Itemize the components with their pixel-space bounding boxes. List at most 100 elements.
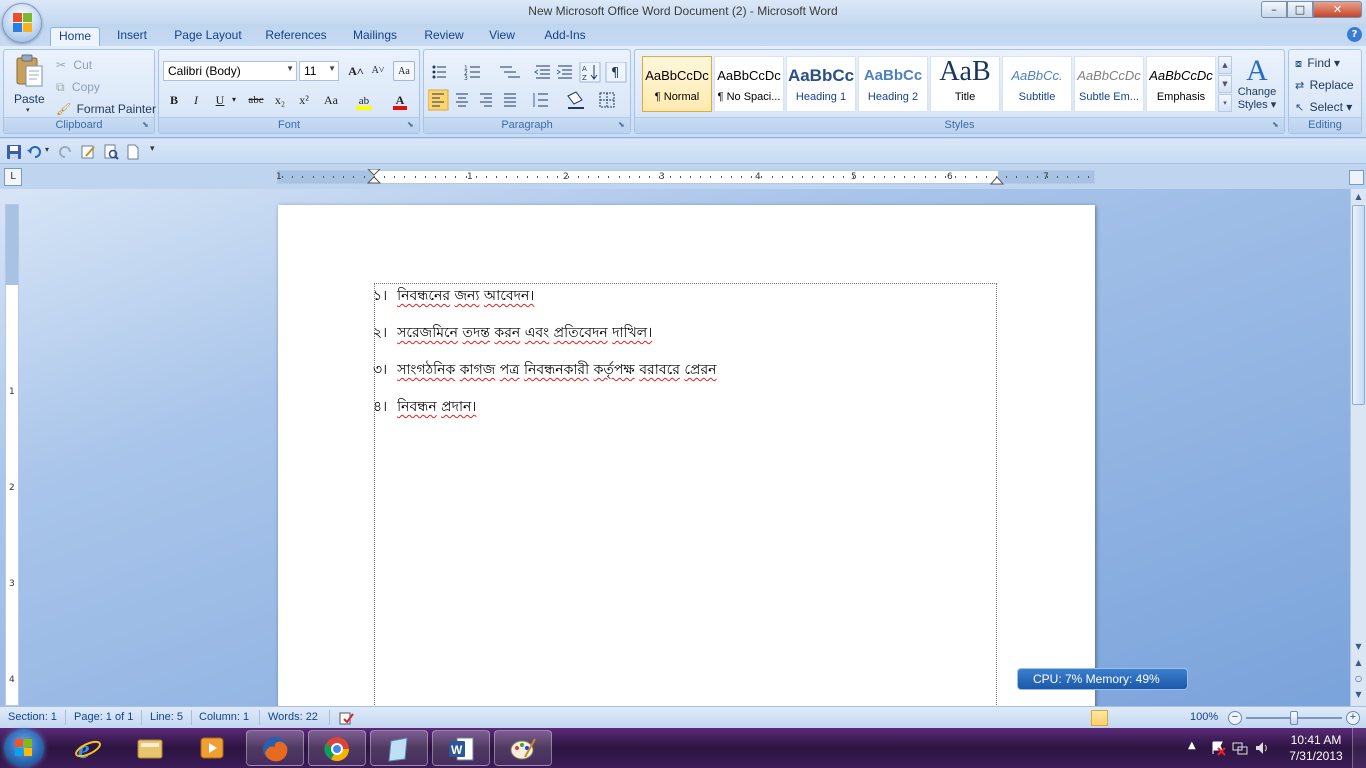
document-word[interactable]: নিবন্ধনকারী [524,362,589,378]
taskbar-notepad[interactable] [370,730,428,766]
edit-document-icon[interactable] [80,144,96,160]
style-subtitle[interactable]: AaBbCc. Subtitle [1002,56,1072,112]
document-word[interactable]: নিবন্ধন [397,399,437,415]
cut-button[interactable]: ✂ Cut [56,58,92,72]
align-right-icon[interactable] [480,93,492,107]
close-button[interactable]: ✕ [1313,1,1362,18]
document-line[interactable]: ২। সরেজমিনে তদন্ত করন এবং প্রতিবেদন দাখিল… [373,321,652,345]
customize-qat-icon[interactable]: ▾ [150,144,155,154]
document-word[interactable]: কাগজ [460,362,496,378]
previous-page-icon[interactable]: ▲ [1352,657,1365,669]
vertical-scrollbar[interactable]: ▲ ▼ ▲ ○ ▼ [1350,189,1366,706]
status-words[interactable]: Words: 22 [268,711,318,723]
start-button[interactable] [4,729,44,767]
format-painter-button[interactable]: 🖌 Format Painter [56,102,156,116]
taskbar-firefox[interactable] [246,730,304,766]
align-center-icon[interactable] [456,93,468,107]
paragraph-dialog-launcher-icon[interactable]: ⬊ [618,121,627,130]
select-button[interactable]: ↖ Select ▾ [1295,100,1352,114]
clock-time[interactable]: 10:41 AM [1286,733,1346,747]
tab-mailings[interactable]: Mailings [346,27,404,46]
change-styles-button[interactable]: A Change Styles ▾ [1232,56,1282,116]
action-center-icon[interactable] [1210,740,1226,756]
tab-add-ins[interactable]: Add-Ins [538,27,592,46]
taskbar-chrome[interactable] [308,730,366,766]
document-word[interactable]: আবেদন। [484,288,534,304]
document-word[interactable]: তদন্ত [462,325,490,341]
maximize-button[interactable]: □ [1287,1,1313,18]
underline-dropdown-icon[interactable]: ▾ [229,90,239,110]
borders-icon[interactable] [599,92,615,108]
undo-icon[interactable] [26,144,42,160]
scrollbar-thumb[interactable] [1352,205,1365,405]
style-title[interactable]: AaB Title [930,56,1000,112]
tab-review[interactable]: Review [418,27,470,46]
bullets-icon[interactable] [432,65,447,79]
tab-insert[interactable]: Insert [110,27,154,46]
zoom-in-button[interactable]: + [1346,711,1360,725]
print-layout-view-button[interactable] [1091,710,1108,726]
font-size-combo[interactable]: 11 ▼ [299,61,339,81]
taskbar-media-player[interactable] [184,730,242,766]
gallery-more-icon[interactable]: ▾ [1218,94,1232,112]
paste-button[interactable]: Paste ▾ [10,54,46,114]
taskbar-word[interactable]: W [432,730,490,766]
taskbar-explorer[interactable] [122,730,180,766]
style-normal[interactable]: AaBbCcDc ¶ Normal [642,56,712,112]
undo-dropdown-icon[interactable]: ▾ [45,145,49,154]
style-emphasis[interactable]: AaBbCcDc Emphasis [1146,56,1216,112]
status-section[interactable]: Section: 1 [8,711,57,723]
draft-view-button[interactable] [1164,710,1181,726]
paste-dropdown-icon[interactable]: ▾ [26,106,30,114]
justify-icon[interactable] [504,93,516,107]
horizontal-ruler[interactable]: 1 1 2 3 4 5 6 7 [276,169,1095,185]
tab-view[interactable]: View [484,27,520,46]
zoom-out-button[interactable]: − [1228,711,1242,725]
highlight-button[interactable]: ab [349,90,379,110]
italic-button[interactable]: I [185,90,207,110]
volume-icon[interactable] [1254,740,1270,756]
underline-button[interactable]: U [209,90,231,110]
shrink-font-button[interactable]: A˅ [367,61,389,81]
status-column[interactable]: Column: 1 [199,711,249,723]
font-color-button[interactable]: A [385,90,415,110]
print-preview-icon[interactable] [103,144,119,160]
redo-icon[interactable] [58,144,74,160]
strikethrough-button[interactable]: abc [245,90,267,110]
next-page-icon[interactable]: ▼ [1352,689,1365,701]
document-page[interactable]: ১। নিবন্ধনের জন্য আবেদন। ২। সরেজমিনে তদন্ত… [278,205,1095,723]
taskbar-internet-explorer[interactable]: e [60,730,118,766]
clock-date[interactable]: 7/31/2013 [1286,749,1346,763]
numbering-icon[interactable]: 1 2 3 [464,65,480,82]
document-word[interactable]: সাংগঠনিক [397,362,455,378]
document-word[interactable]: প্রদান। [441,399,476,415]
find-button[interactable]: ⧇ Find ▾ [1295,56,1340,71]
document-word[interactable]: সরেজমিনে [397,325,458,341]
vertical-ruler[interactable]: 1 2 3 4 [5,204,19,706]
clipboard-dialog-launcher-icon[interactable]: ⬊ [142,121,151,130]
clear-formatting-button[interactable]: Aa [393,61,415,81]
bold-button[interactable]: B [163,90,185,110]
show-desktop-button[interactable] [1352,728,1366,768]
align-left-icon[interactable] [428,89,449,111]
style-heading-1[interactable]: AaBbCc Heading 1 [786,56,856,112]
document-word[interactable]: বরাবরে [639,362,680,378]
style-subtle-emphasis[interactable]: AaBbCcDc Subtle Em... [1074,56,1144,112]
styles-dialog-launcher-icon[interactable]: ⬊ [1272,121,1281,130]
document-line[interactable]: ৩। সাংগঠনিক কাগজ পত্র নিবন্ধনকারী কর্তৃপক… [373,358,717,382]
increase-indent-icon[interactable] [556,65,572,79]
decrease-indent-icon[interactable] [534,65,550,79]
document-word[interactable]: পত্র [500,362,520,378]
document-word[interactable]: কর্তৃপক্ষ [594,362,635,378]
change-case-button[interactable]: Aa [317,90,345,110]
style-heading-2[interactable]: AaBbCc Heading 2 [858,56,928,112]
tab-page-layout[interactable]: Page Layout [170,27,246,46]
copy-button[interactable]: ⧉ Copy [56,80,100,95]
view-ruler-button[interactable] [1349,170,1364,185]
full-screen-reading-view-button[interactable] [1110,710,1127,726]
zoom-slider-thumb[interactable] [1290,711,1298,725]
document-word[interactable]: নিবন্ধনের [397,288,450,304]
line-spacing-icon[interactable] [533,93,548,107]
document-line[interactable]: ১। নিবন্ধনের জন্য আবেদন। [373,284,534,308]
document-word[interactable]: প্রতিবেদন [554,325,608,341]
